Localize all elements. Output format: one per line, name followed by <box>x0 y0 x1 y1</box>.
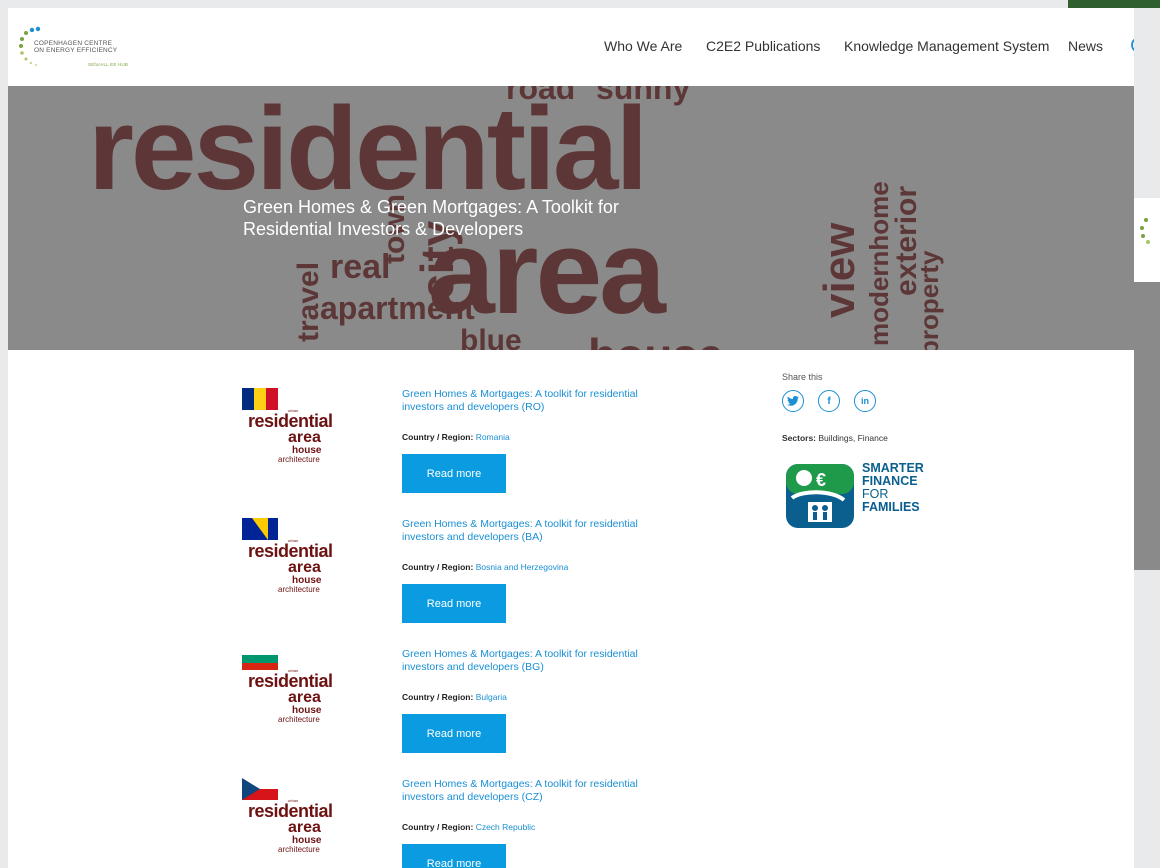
svg-text:€: € <box>816 470 826 490</box>
sff-text: SMARTER FINANCE FOR FAMILIES <box>862 462 924 514</box>
linkedin-icon[interactable]: in <box>854 390 876 412</box>
share-label: Share this <box>782 372 823 382</box>
logo-subtitle: SEforALL EE HUB <box>88 62 129 67</box>
list-item: urban residential area house architectur… <box>242 518 682 638</box>
item-title-link[interactable]: Green Homes & Mortgages: A toolkit for r… <box>402 388 672 414</box>
thumb-word: residential <box>248 671 333 691</box>
read-more-button[interactable]: Read more <box>402 844 506 868</box>
thumb-word: architecture <box>278 715 320 724</box>
thumb-word: residential <box>248 411 333 431</box>
sectors: Sectors: Buildings, Finance <box>782 433 888 443</box>
item-country: Country / Region: Bulgaria <box>402 692 507 702</box>
thumb-word: residential <box>248 801 333 821</box>
top-green-bar <box>1068 0 1160 8</box>
read-more-button[interactable]: Read more <box>402 714 506 753</box>
item-thumbnail[interactable]: urban residential area house architectur… <box>242 388 358 470</box>
item-thumbnail[interactable]: urban residential area house architectur… <box>242 648 358 730</box>
side-logo-dots-icon <box>1140 218 1150 244</box>
thumb-word: architecture <box>278 585 320 594</box>
site-logo[interactable]: COPENHAGEN CENTRE ON ENERGY EFFICIENCY S… <box>18 24 148 72</box>
logo-line-2: ON ENERGY EFFICIENCY <box>34 47 118 54</box>
logo-text: COPENHAGEN CENTRE ON ENERGY EFFICIENCY <box>34 40 117 54</box>
country-value-link[interactable]: Bosnia and Herzegovina <box>476 562 569 572</box>
facebook-icon[interactable]: f <box>818 390 840 412</box>
nav-knowledge-management-system[interactable]: Knowledge Management System <box>844 38 1049 54</box>
smarter-finance-for-families-logo[interactable]: € SMARTER FINANCE FOR FAMILIES <box>782 460 942 530</box>
nav-news[interactable]: News <box>1068 38 1103 54</box>
thumb-word: area <box>288 429 321 446</box>
page-title: Green Homes & Green Mortgages: A Toolkit… <box>243 197 619 239</box>
thumb-word: residential <box>248 541 333 561</box>
page: COPENHAGEN CENTRE ON ENERGY EFFICIENCY S… <box>8 8 1134 868</box>
item-country: Country / Region: Romania <box>402 432 510 442</box>
word-cloud-image: urban residential area house architectur… <box>248 796 358 860</box>
item-thumbnail[interactable]: urban residential area house architectur… <box>242 778 358 860</box>
list-item: urban residential area house architectur… <box>242 648 682 768</box>
country-label: Country / Region: <box>402 692 474 702</box>
word-cloud-image: urban residential area house architectur… <box>248 406 358 470</box>
nav-c2e2-publications[interactable]: C2E2 Publications <box>706 38 820 54</box>
item-title-link[interactable]: Green Homes & Mortgages: A toolkit for r… <box>402 648 672 674</box>
site-header: COPENHAGEN CENTRE ON ENERGY EFFICIENCY S… <box>8 8 1134 86</box>
country-label: Country / Region: <box>402 822 474 832</box>
logo-line-1: COPENHAGEN CENTRE <box>34 40 113 47</box>
country-value-link[interactable]: Czech Republic <box>476 822 536 832</box>
item-title-link[interactable]: Green Homes & Mortgages: A toolkit for r… <box>402 518 672 544</box>
sff-emblem-icon: € <box>786 464 854 528</box>
hero-banner: road sunny residential area real town ci… <box>8 86 1134 350</box>
word-cloud-image: urban residential area house architectur… <box>248 666 358 730</box>
sectors-value: Buildings, Finance <box>818 433 888 443</box>
list-item: urban residential area house architectur… <box>242 778 682 868</box>
sectors-label: Sectors: <box>782 433 817 443</box>
item-thumbnail[interactable]: urban residential area house architectur… <box>242 518 358 600</box>
sff-line-4: FAMILIES <box>862 500 920 514</box>
thumb-word: area <box>288 689 321 706</box>
list-item: urban residential area house architectur… <box>242 388 682 508</box>
side-panel-header <box>1134 198 1160 282</box>
country-label: Country / Region: <box>402 562 474 572</box>
nav-who-we-are[interactable]: Who We Are <box>604 38 682 54</box>
thumb-word: area <box>288 819 321 836</box>
thumb-word: area <box>288 559 321 576</box>
country-value-link[interactable]: Bulgaria <box>476 692 507 702</box>
item-title-link[interactable]: Green Homes & Mortgages: A toolkit for r… <box>402 778 672 804</box>
thumb-word: architecture <box>278 845 320 854</box>
item-country: Country / Region: Bosnia and Herzegovina <box>402 562 568 572</box>
country-value-link[interactable]: Romania <box>476 432 510 442</box>
word-cloud-image: urban residential area house architectur… <box>248 536 358 600</box>
item-country: Country / Region: Czech Republic <box>402 822 535 832</box>
read-more-button[interactable]: Read more <box>402 454 506 493</box>
twitter-icon[interactable] <box>782 390 804 412</box>
search-icon[interactable] <box>1130 36 1134 58</box>
thumb-word: architecture <box>278 455 320 464</box>
read-more-button[interactable]: Read more <box>402 584 506 623</box>
country-label: Country / Region: <box>402 432 474 442</box>
